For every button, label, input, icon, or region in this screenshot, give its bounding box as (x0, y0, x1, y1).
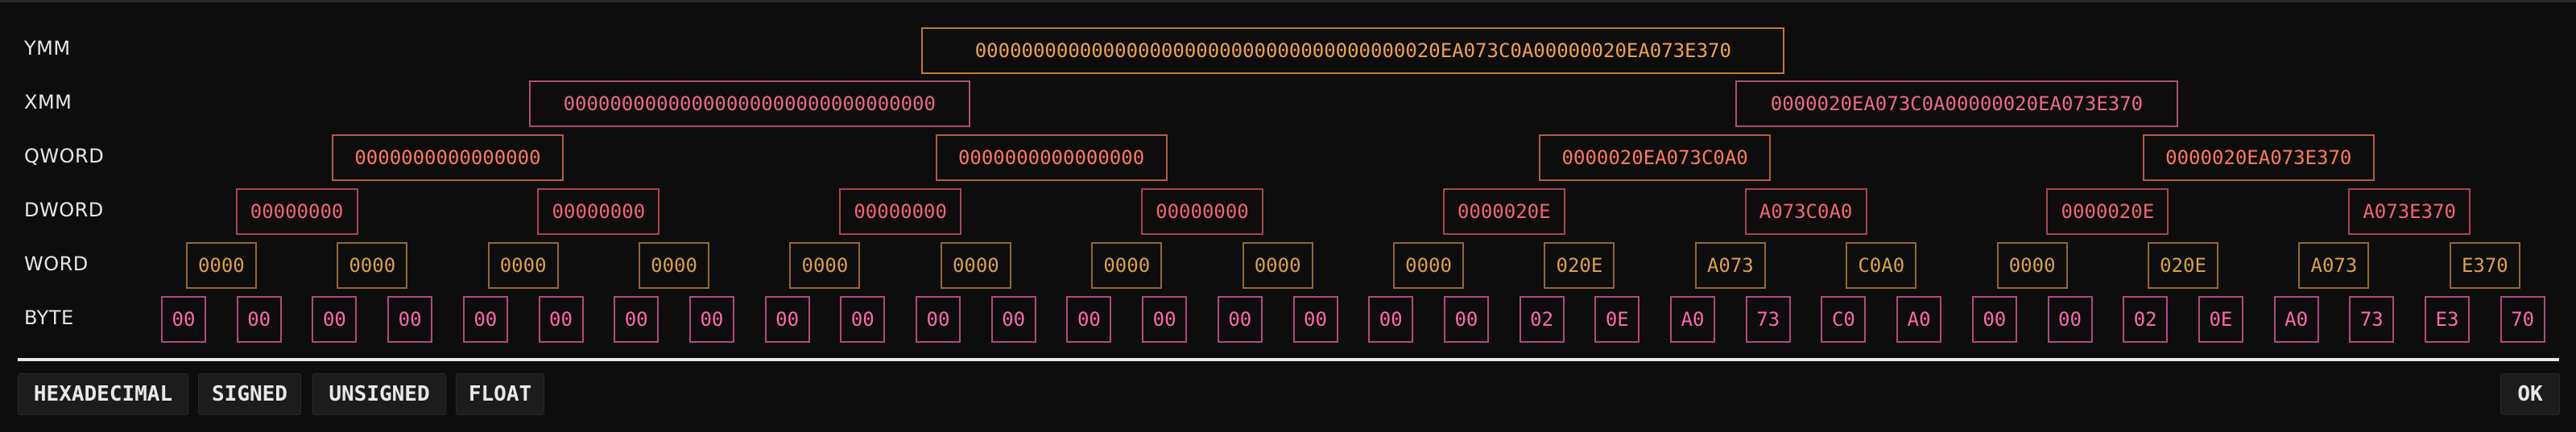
byte-value-25[interactable]: 00 (2047, 296, 2093, 343)
word-value-9[interactable]: 020E (1544, 242, 1615, 289)
byte-value-21[interactable]: 73 (1745, 296, 1791, 343)
byte-value-22[interactable]: C0 (1821, 296, 1867, 343)
byte-value-2[interactable]: 00 (312, 296, 358, 343)
word-value-3[interactable]: 0000 (639, 242, 710, 289)
byte-label: BYTE (24, 307, 74, 329)
byte-value-17[interactable]: 00 (1443, 296, 1489, 343)
byte-value-13[interactable]: 00 (1142, 296, 1188, 343)
dword-value-6[interactable]: 0000020E (2046, 188, 2169, 235)
xmm-value-1[interactable]: 0000020EA073C0A00000020EA073E370 (1735, 80, 2178, 127)
byte-value-15[interactable]: 00 (1292, 296, 1338, 343)
dword-value-1[interactable]: 00000000 (537, 188, 660, 235)
qword-value-2[interactable]: 0000020EA073C0A0 (1539, 134, 1772, 181)
byte-value-27[interactable]: 0E (2198, 296, 2243, 343)
byte-value-23[interactable]: A0 (1896, 296, 1942, 343)
byte-value-4[interactable]: 00 (462, 296, 508, 343)
word-label: WORD (24, 253, 89, 275)
dword-value-3[interactable]: 00000000 (1140, 188, 1263, 235)
word-value-10[interactable]: A073 (1694, 242, 1766, 289)
qword-value-0[interactable]: 0000000000000000 (331, 134, 564, 181)
dword-value-5[interactable]: A073C0A0 (1744, 188, 1867, 235)
xmm-label: XMM (24, 91, 72, 113)
word-value-15[interactable]: E370 (2449, 242, 2520, 289)
dword-value-2[interactable]: 00000000 (839, 188, 962, 235)
word-value-4[interactable]: 0000 (789, 242, 861, 289)
byte-value-1[interactable]: 00 (236, 296, 282, 343)
word-value-6[interactable]: 0000 (1091, 242, 1163, 289)
hexadecimal-button[interactable]: HEXADECIMAL (18, 373, 188, 415)
signed-button[interactable]: SIGNED (198, 373, 301, 415)
byte-value-20[interactable]: A0 (1670, 296, 1715, 343)
word-value-11[interactable]: C0A0 (1846, 242, 1917, 289)
byte-value-16[interactable]: 00 (1368, 296, 1414, 343)
word-value-2[interactable]: 0000 (487, 242, 559, 289)
qword-value-3[interactable]: 0000020EA073E370 (2142, 134, 2375, 181)
byte-value-28[interactable]: A0 (2273, 296, 2319, 343)
word-value-0[interactable]: 0000 (185, 242, 257, 289)
byte-value-10[interactable]: 00 (916, 296, 961, 343)
byte-value-11[interactable]: 00 (990, 296, 1036, 343)
byte-value-29[interactable]: 73 (2349, 296, 2395, 343)
dword-label: DWORD (24, 199, 104, 221)
byte-value-6[interactable]: 00 (614, 296, 660, 343)
byte-value-31[interactable]: 70 (2500, 296, 2545, 343)
byte-value-18[interactable]: 02 (1519, 296, 1565, 343)
word-value-7[interactable]: 0000 (1242, 242, 1313, 289)
ok-button[interactable]: OK (2500, 373, 2560, 415)
word-value-8[interactable]: 0000 (1393, 242, 1465, 289)
byte-value-5[interactable]: 00 (538, 296, 584, 343)
word-value-13[interactable]: 020E (2148, 242, 2219, 289)
byte-value-12[interactable]: 00 (1066, 296, 1112, 343)
word-value-1[interactable]: 0000 (337, 242, 408, 289)
byte-value-9[interactable]: 00 (840, 296, 886, 343)
ymm-value-0[interactable]: 0000000000000000000000000000000000000020… (921, 27, 1785, 74)
word-value-14[interactable]: A073 (2298, 242, 2370, 289)
byte-value-26[interactable]: 02 (2123, 296, 2169, 343)
separator (18, 358, 2559, 361)
word-value-12[interactable]: 0000 (1996, 242, 2068, 289)
byte-value-24[interactable]: 00 (1971, 296, 2017, 343)
byte-value-8[interactable]: 00 (764, 296, 810, 343)
byte-value-14[interactable]: 00 (1217, 296, 1263, 343)
qword-label: QWORD (24, 145, 105, 167)
byte-value-30[interactable]: E3 (2425, 296, 2470, 343)
byte-value-0[interactable]: 00 (161, 296, 206, 343)
qword-value-1[interactable]: 0000000000000000 (935, 134, 1168, 181)
word-value-5[interactable]: 0000 (940, 242, 1011, 289)
byte-value-19[interactable]: 0E (1594, 296, 1640, 343)
dword-value-0[interactable]: 00000000 (235, 188, 358, 235)
byte-value-3[interactable]: 00 (387, 296, 433, 343)
byte-value-7[interactable]: 00 (688, 296, 734, 343)
xmm-value-0[interactable]: 00000000000000000000000000000000 (528, 80, 970, 127)
ymm-label: YMM (24, 37, 71, 60)
top-border (0, 0, 2576, 2)
dword-value-7[interactable]: A073E370 (2348, 188, 2471, 235)
float-button[interactable]: FLOAT (456, 373, 544, 415)
unsigned-button[interactable]: UNSIGNED (312, 373, 446, 415)
dword-value-4[interactable]: 0000020E (1442, 188, 1565, 235)
